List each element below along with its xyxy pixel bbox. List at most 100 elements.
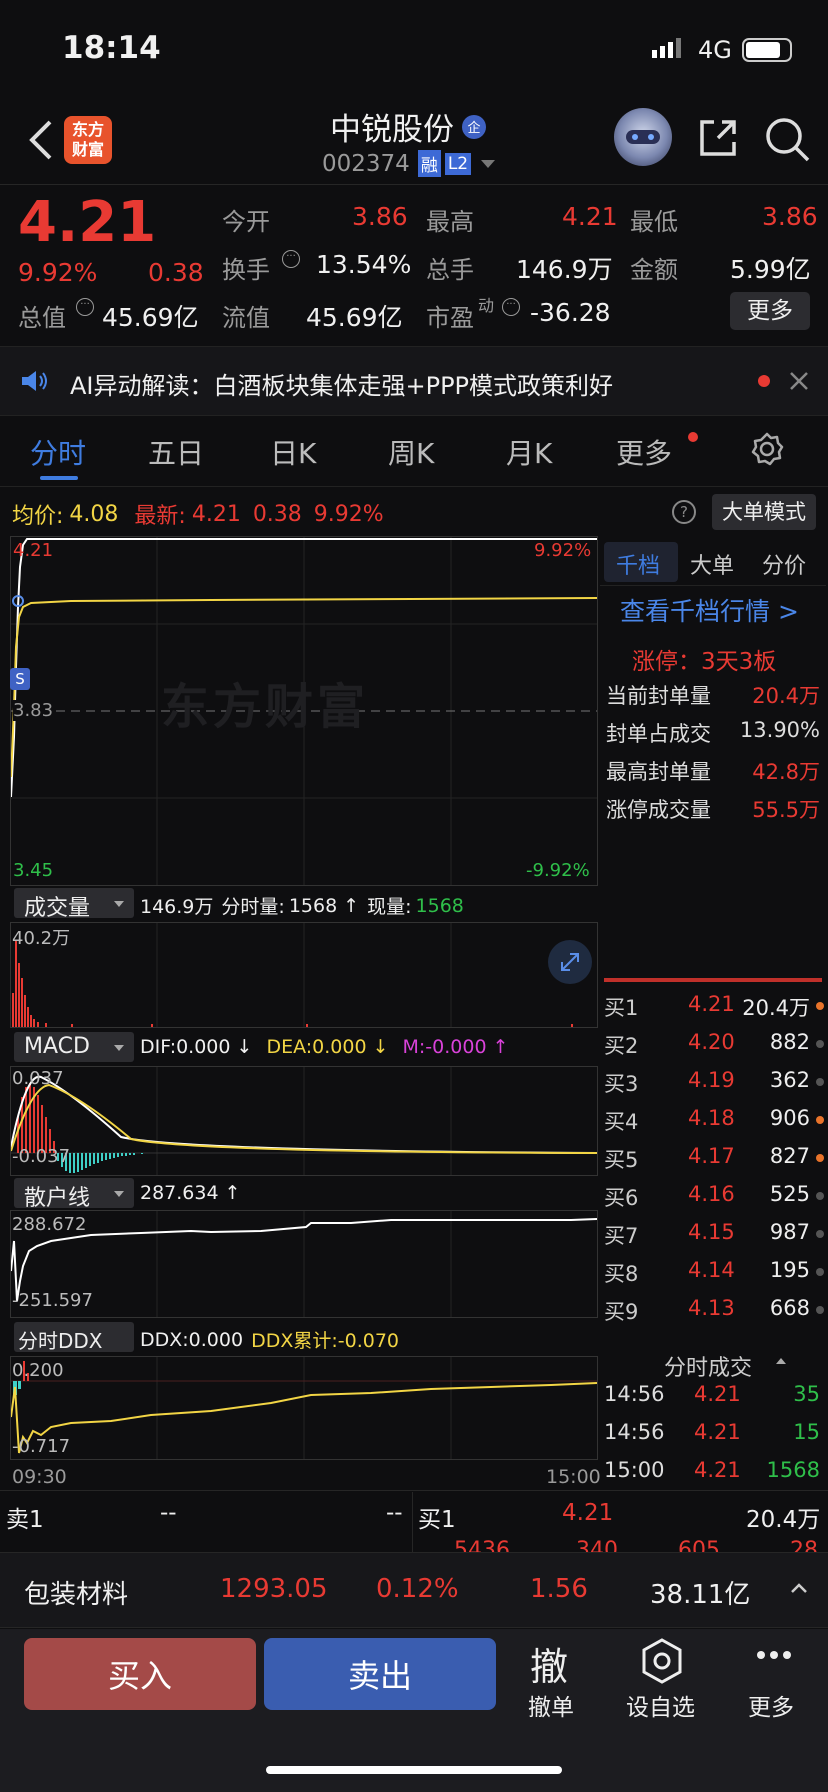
bid-row[interactable]: 买8 4.14 195	[604, 1258, 824, 1296]
more-button[interactable]: 更多	[730, 292, 810, 330]
app-logo[interactable]: 东方 财富	[64, 116, 112, 164]
add-watchlist-button[interactable]: 设自选	[626, 1688, 695, 1722]
bid-level: 买1	[604, 996, 639, 1020]
book-sell-price: --	[160, 1500, 177, 1526]
sell-marker[interactable]: S	[10, 668, 30, 690]
bid-price: 4.18	[688, 1106, 735, 1130]
side-tab-depth[interactable]: 千档	[616, 548, 660, 580]
bid-row[interactable]: 买3 4.19 362	[604, 1068, 824, 1106]
retail-line-chart[interactable]	[10, 1210, 598, 1318]
bid-level: 买5	[604, 1148, 639, 1172]
ddx-indicator-select[interactable]: 分时DDX	[14, 1322, 134, 1353]
avg-label: 均价:	[12, 504, 64, 529]
tab-more[interactable]: 更多	[616, 432, 672, 472]
tab-indicator	[40, 476, 78, 480]
macd-bottom: -0.037	[12, 1146, 71, 1167]
sector-name: 包装材料	[24, 1580, 129, 1610]
help-icon[interactable]: ?	[672, 500, 696, 524]
search-icon[interactable]	[764, 116, 810, 162]
retail-indicator-select[interactable]: 散户线	[14, 1178, 134, 1211]
bid-price: 4.21	[688, 992, 735, 1016]
mcap-value: 45.69亿	[102, 303, 199, 332]
volume-indicator-select[interactable]: 成交量	[14, 888, 134, 921]
float-label: 流值	[222, 304, 270, 332]
trade-time: 14:56	[604, 1420, 665, 1444]
bid-dot	[816, 1116, 824, 1124]
limit-stat-label: 涨停成交量	[606, 798, 711, 822]
now-volume-value: 1568	[415, 894, 464, 917]
chevron-down-icon[interactable]	[481, 159, 496, 168]
bid-row[interactable]: 买1 4.21 20.4万	[604, 992, 824, 1030]
chevron-up-icon[interactable]	[790, 1582, 808, 1594]
ai-insight-text[interactable]: AI异动解读：白酒板块集体走强+PPP模式政策利好	[70, 366, 613, 401]
add-watchlist-icon[interactable]	[640, 1638, 684, 1684]
volume-chart[interactable]	[10, 922, 598, 1028]
book-buy-price: 4.21	[562, 1500, 614, 1526]
ddx-chart[interactable]	[10, 1356, 598, 1460]
battery-icon	[742, 38, 792, 62]
cancel-order-button[interactable]: 撤单	[528, 1688, 574, 1722]
share-icon[interactable]	[696, 116, 740, 160]
time-end: 15:00	[546, 1466, 601, 1488]
sell-button[interactable]: 卖出	[264, 1638, 496, 1710]
bid-row[interactable]: 买5 4.17 827	[604, 1144, 824, 1182]
macd-chart[interactable]	[10, 1066, 598, 1176]
bid-row[interactable]: 买2 4.20 882	[604, 1030, 824, 1068]
bid-price: 4.17	[688, 1144, 735, 1168]
big-order-mode-button[interactable]: 大单模式	[712, 494, 816, 530]
tab-daily-k[interactable]: 日K	[270, 432, 316, 472]
settings-gear-icon[interactable]	[750, 432, 784, 466]
turnover-info-icon[interactable]: ···	[282, 250, 300, 268]
expand-icon[interactable]	[548, 940, 592, 984]
cancel-order-icon[interactable]: 撤	[530, 1636, 568, 1691]
back-icon[interactable]	[24, 118, 60, 162]
tab-monthly-k[interactable]: 月K	[506, 432, 552, 472]
sector-chg: 1.56	[530, 1574, 588, 1604]
bid-row[interactable]: 买7 4.15 987	[604, 1220, 824, 1258]
bid-row[interactable]: 买9 4.13 668	[604, 1296, 824, 1334]
float-value: 45.69亿	[306, 303, 403, 332]
home-indicator	[266, 1766, 562, 1774]
bid-dot	[816, 1154, 824, 1162]
tab-weekly-k[interactable]: 周K	[388, 432, 434, 472]
more-actions-button[interactable]: 更多	[748, 1688, 794, 1722]
limit-stat-row: 当前封单量 20.4万	[606, 680, 820, 718]
intraday-price-chart[interactable]: 东方财富	[10, 536, 598, 886]
bid-volume: 668	[769, 1296, 810, 1320]
side-tab-price-dist[interactable]: 分价	[762, 548, 806, 580]
pe-info-icon[interactable]: ···	[502, 298, 520, 316]
info-icon[interactable]: ···	[76, 298, 94, 316]
fen-volume-value: 1568 ↑	[288, 894, 360, 917]
limit-stat-label: 当前封单量	[606, 684, 711, 708]
latest-label: 最新:	[134, 504, 186, 529]
tab-intraday[interactable]: 分时	[30, 432, 86, 472]
close-icon[interactable]	[788, 370, 810, 392]
sector-pct: 0.12%	[376, 1574, 459, 1604]
pe-label: 市盈	[426, 304, 474, 332]
logo-text-2: 财富	[71, 140, 104, 159]
book-buy-volume: 20.4万	[746, 1507, 821, 1533]
more-dots-icon[interactable]	[756, 1650, 792, 1660]
bid-row[interactable]: 买6 4.16 525	[604, 1182, 824, 1220]
trades-header[interactable]: 分时成交	[664, 1350, 752, 1382]
macd-indicator-select[interactable]: MACD	[14, 1032, 134, 1062]
trade-row: 14:56 4.21 15	[604, 1420, 824, 1458]
tab-five-day[interactable]: 五日	[148, 432, 204, 472]
robot-avatar-icon[interactable]	[614, 108, 672, 166]
low-label: 最低	[630, 208, 678, 236]
macd-dif: DIF:0.000 ↓	[140, 1036, 253, 1058]
macd-top: 0.037	[12, 1068, 64, 1089]
ddx-indicator-label: 分时DDX	[18, 1329, 103, 1353]
chevron-up-icon[interactable]	[776, 1358, 786, 1364]
chart-top-price: 4.21	[13, 540, 54, 561]
bid-row[interactable]: 买4 4.18 906	[604, 1106, 824, 1144]
bid-volume: 987	[769, 1220, 810, 1244]
fen-volume-label: 分时量:	[221, 896, 285, 918]
speaker-icon	[20, 368, 50, 394]
side-tab-big-orders[interactable]: 大单	[690, 548, 734, 580]
logo-text-1: 东方	[71, 120, 104, 139]
buy-button[interactable]: 买入	[24, 1638, 256, 1710]
trade-volume: 35	[793, 1382, 820, 1406]
book-buy-label: 买1	[418, 1507, 456, 1533]
depth-link[interactable]: 查看千档行情 >	[620, 592, 799, 628]
